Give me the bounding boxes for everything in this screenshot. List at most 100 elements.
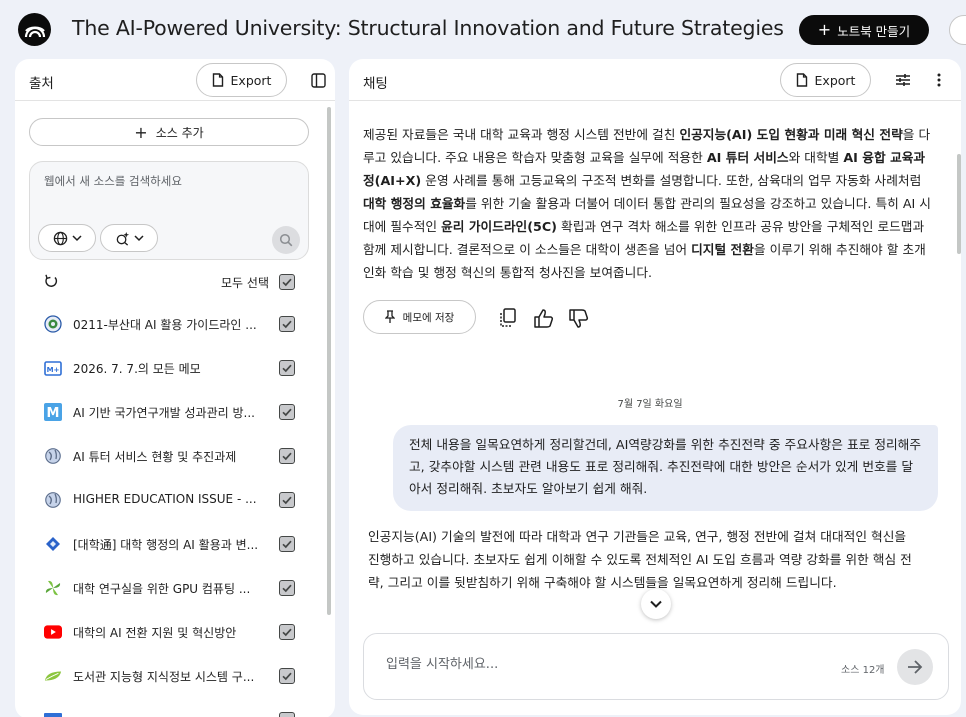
- source-item[interactable]: [대학通] 대학 행정의 AI 활용과 변...: [15, 524, 325, 564]
- plus-icon: +: [134, 122, 148, 142]
- copy-icon[interactable]: [497, 307, 519, 329]
- assistant-answer: 인공지능(AI) 기술의 발전에 따라 대학과 연구 기관들은 교육, 연구, …: [368, 529, 912, 590]
- save-to-note-button[interactable]: 메모에 저장: [363, 300, 476, 334]
- source-item[interactable]: M+ 2026. 7. 7.의 모든 메모: [15, 348, 325, 388]
- globe-icon: [44, 491, 62, 509]
- summary-highlight: 인공지능(AI) 도입 현황과 미래 혁신 전략: [679, 127, 903, 142]
- more-vert-icon[interactable]: [926, 67, 952, 93]
- m-logo-icon: M: [44, 403, 62, 421]
- source-checkbox[interactable]: [279, 360, 295, 376]
- source-checkbox[interactable]: [279, 316, 295, 332]
- memo-icon: M+: [44, 359, 62, 377]
- next-source-checkbox-peek: [279, 712, 295, 717]
- next-source-peek: [44, 713, 62, 717]
- thumbs-down-icon[interactable]: [568, 307, 590, 329]
- thumbs-up-icon[interactable]: [533, 307, 555, 329]
- chevron-down-icon: [650, 600, 662, 608]
- select-all-label: 모두 선택: [221, 276, 269, 290]
- source-item[interactable]: AI 튜터 서비스 현황 및 추진과제: [15, 436, 325, 476]
- app-header: The AI-Powered University: Structural In…: [0, 0, 966, 58]
- web-search-box: [29, 161, 309, 260]
- source-item[interactable]: 0211-부산대 AI 활용 가이드라인 ...: [15, 304, 325, 344]
- source-item[interactable]: 대학 연구실을 위한 GPU 컴퓨팅 ...: [15, 568, 325, 608]
- new-notebook-label: 노트북 만들기: [837, 23, 911, 39]
- sources-scrollbar[interactable]: [327, 107, 331, 615]
- svg-text:M+: M+: [47, 366, 60, 374]
- select-all-checkbox[interactable]: [279, 274, 295, 290]
- summary-highlight: 윤리 가이드라인(5C): [441, 219, 557, 234]
- chat-export-button[interactable]: Export: [780, 63, 871, 97]
- source-checkbox[interactable]: [279, 404, 295, 420]
- document-icon: [796, 73, 807, 87]
- user-message: 전체 내용을 일목요연하게 정리할건데, AI역량강화를 위한 추진전략 중 주…: [393, 425, 938, 511]
- source-title: AI 튜터 서비스 현황 및 추진과제: [73, 450, 237, 464]
- sources-header-divider: [15, 100, 335, 101]
- source-item[interactable]: M AI 기반 국가연구개발 성과관리 방...: [15, 392, 325, 432]
- send-button[interactable]: [897, 649, 933, 685]
- globe-icon: [53, 231, 67, 245]
- sources-export-button[interactable]: Export: [196, 63, 287, 97]
- search-mode-dropdown[interactable]: [100, 224, 158, 252]
- notebook-title[interactable]: The AI-Powered University: Structural In…: [72, 16, 784, 40]
- source-title: [대학通] 대학 행정의 AI 활용과 변...: [73, 538, 259, 552]
- document-icon: [212, 73, 223, 87]
- summary-highlight: 디지털 전환: [691, 242, 754, 257]
- search-submit-button[interactable]: [272, 226, 300, 254]
- notebook-summary: 제공된 자료들은 국내 대학 교육과 행정 시스템 전반에 걸친 인공지능(AI…: [363, 123, 935, 284]
- select-all-row: 모두 선택: [29, 271, 311, 293]
- source-checkbox[interactable]: [279, 448, 295, 464]
- chat-panel: 채팅 Export 제공된 자료들은 국내 대학 교육과 행정 시스템 전반에 …: [349, 59, 961, 715]
- analytics-button[interactable]: [949, 15, 966, 45]
- source-title: 대학 연구실을 위한 GPU 컴퓨팅 ...: [73, 582, 251, 596]
- add-source-button[interactable]: + 소스 추가: [29, 118, 309, 146]
- source-item[interactable]: 도서관 지능형 지식정보 시스템 구...: [15, 656, 325, 696]
- source-count: 소스 12개: [841, 665, 885, 676]
- summary-highlight: AI 튜터 서비스: [706, 150, 789, 165]
- sparkle-search-icon: [116, 231, 129, 246]
- settings-sliders-icon[interactable]: [890, 67, 916, 93]
- web-search-input[interactable]: [44, 174, 284, 188]
- sources-panel: 출처 Export + 소스 추가 모두 선택: [15, 59, 335, 717]
- collapse-panel-icon[interactable]: [305, 67, 331, 93]
- source-checkbox[interactable]: [279, 624, 295, 640]
- new-notebook-button[interactable]: + 노트북 만들기: [799, 15, 929, 45]
- refresh-icon[interactable]: [43, 274, 59, 289]
- sources-title: 출처: [29, 76, 54, 92]
- chat-composer: 소스 12개: [363, 633, 949, 700]
- pin-icon: [384, 310, 395, 323]
- diamond-icon: [44, 535, 62, 553]
- source-checkbox[interactable]: [279, 492, 295, 508]
- scroll-to-bottom-button[interactable]: [641, 589, 671, 619]
- chat-title: 채팅: [363, 76, 388, 92]
- summary-text: 운영 사례를 통해 고등교육의 구조적 변화를 설명합니다. 또한, 삼육대의 …: [421, 173, 922, 188]
- search-source-dropdown[interactable]: [38, 224, 96, 252]
- source-checkbox[interactable]: [279, 536, 295, 552]
- chevron-down-icon: [133, 235, 144, 242]
- summary-text: 제공된 자료들은 국내 대학 교육과 행정 시스템 전반에 걸친: [363, 127, 680, 142]
- source-checkbox[interactable]: [279, 668, 295, 684]
- globe-icon: [44, 447, 62, 465]
- leaf-icon: [44, 667, 62, 685]
- notebooklm-logo-icon[interactable]: [18, 13, 51, 46]
- sources-export-label: Export: [230, 72, 272, 88]
- source-item[interactable]: 대학의 AI 전환 지원 및 혁신방안: [15, 612, 325, 652]
- university-seal-icon: [44, 315, 62, 333]
- search-icon: [279, 233, 293, 247]
- summary-highlight: 대학 행정의 효율화: [363, 196, 466, 211]
- arrow-right-icon: [908, 660, 923, 674]
- save-to-note-label: 메모에 저장: [402, 311, 455, 324]
- chat-export-label: Export: [814, 72, 856, 88]
- source-title: 0211-부산대 AI 활용 가이드라인 ...: [73, 318, 257, 332]
- source-item[interactable]: HIGHER EDUCATION ISSUE - ...: [15, 480, 325, 520]
- source-title: HIGHER EDUCATION ISSUE - ...: [73, 492, 257, 506]
- youtube-icon: [44, 623, 62, 641]
- summary-text: 와 대학별: [788, 150, 844, 165]
- chat-scrollbar[interactable]: [957, 154, 961, 254]
- add-source-label: 소스 추가: [155, 125, 204, 140]
- chat-input[interactable]: [386, 657, 786, 672]
- chat-header-divider: [349, 100, 961, 101]
- source-title: 도서관 지능형 지식정보 시스템 구...: [73, 670, 255, 684]
- svg-text:M: M: [47, 406, 60, 421]
- pinwheel-icon: [44, 579, 62, 597]
- source-checkbox[interactable]: [279, 580, 295, 596]
